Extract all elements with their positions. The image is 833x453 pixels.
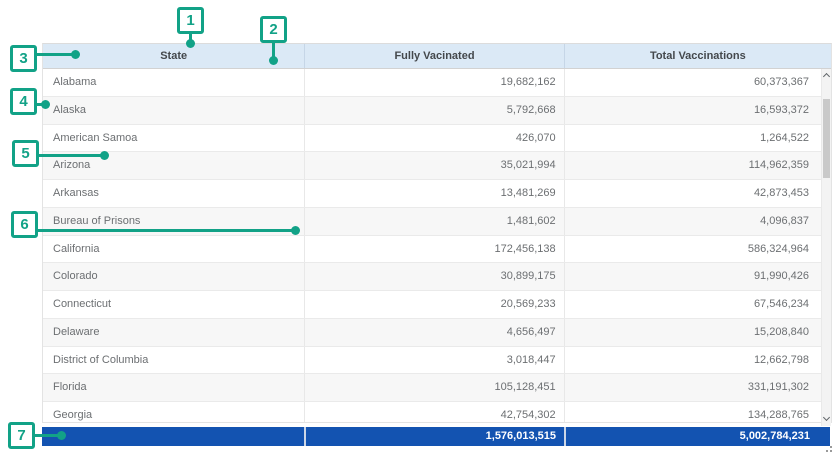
total-vaccinations-cell: 16,593,372 bbox=[564, 97, 831, 124]
fully-vaccinated-cell: 5,792,668 bbox=[304, 97, 563, 124]
table-row[interactable]: Florida 105,128,451 331,191,302 bbox=[43, 374, 831, 402]
app-root: State Fully Vacinated Total Vaccinations… bbox=[0, 0, 833, 453]
callout-2: 2 bbox=[260, 16, 287, 43]
table-row[interactable]: Georgia 42,754,302 134,288,765 bbox=[43, 402, 831, 423]
callout-3: 3 bbox=[10, 45, 37, 72]
total-vaccinations-cell: 42,873,453 bbox=[564, 180, 831, 207]
chevron-down-icon bbox=[823, 414, 830, 421]
callout-3-line bbox=[35, 53, 73, 56]
callout-6-line bbox=[36, 229, 294, 232]
total-vaccinations-cell: 4,096,837 bbox=[564, 208, 831, 235]
table-row[interactable]: California 172,456,138 586,324,964 bbox=[43, 236, 831, 264]
state-cell: Alaska bbox=[43, 97, 304, 124]
total-vaccinations-cell: 60,373,367 bbox=[564, 69, 831, 96]
fully-vaccinated-cell: 3,018,447 bbox=[304, 347, 563, 374]
total-vaccinations-cell: 134,288,765 bbox=[564, 402, 831, 423]
callout-7-line bbox=[33, 434, 60, 437]
fully-vaccinated-cell: 42,754,302 bbox=[304, 402, 563, 423]
fully-vaccinated-cell: 30,899,175 bbox=[304, 263, 563, 290]
fully-vaccinated-cell: 4,656,497 bbox=[304, 319, 563, 346]
fully-vaccinated-cell: 426,070 bbox=[304, 125, 563, 152]
state-cell: California bbox=[43, 236, 304, 263]
callout-6-dot bbox=[291, 226, 300, 235]
total-vaccinations-cell: 67,546,234 bbox=[564, 291, 831, 318]
state-cell: Colorado bbox=[43, 263, 304, 290]
totals-total-vaccinations-value: 5,002,784,231 bbox=[564, 427, 830, 446]
state-cell: Florida bbox=[43, 374, 304, 401]
totals-state-cell bbox=[42, 427, 304, 446]
fully-vaccinated-cell: 105,128,451 bbox=[304, 374, 563, 401]
vaccination-table: State Fully Vacinated Total Vaccinations… bbox=[42, 43, 832, 423]
callout-3-dot bbox=[71, 50, 80, 59]
state-cell: American Samoa bbox=[43, 125, 304, 152]
table-header-row: State Fully Vacinated Total Vaccinations bbox=[43, 44, 831, 69]
total-vaccinations-cell: 331,191,302 bbox=[564, 374, 831, 401]
chevron-up-icon bbox=[823, 73, 830, 80]
vertical-scrollbar[interactable] bbox=[821, 69, 831, 426]
total-vaccinations-cell: 586,324,964 bbox=[564, 236, 831, 263]
fully-vaccinated-cell: 20,569,233 bbox=[304, 291, 563, 318]
callout-4: 4 bbox=[10, 88, 37, 115]
state-cell: Arkansas bbox=[43, 180, 304, 207]
totals-fully-vaccinated-value: 1,576,013,515 bbox=[304, 427, 564, 446]
total-vaccinations-cell: 114,962,359 bbox=[564, 152, 831, 179]
state-cell: District of Columbia bbox=[43, 347, 304, 374]
total-vaccinations-cell: 12,662,798 bbox=[564, 347, 831, 374]
table-row[interactable]: Arizona 35,021,994 114,962,359 bbox=[43, 152, 831, 180]
column-header-total-vaccinations[interactable]: Total Vaccinations bbox=[564, 44, 831, 68]
state-cell: Connecticut bbox=[43, 291, 304, 318]
table-row[interactable]: Alaska 5,792,668 16,593,372 bbox=[43, 97, 831, 125]
callout-5: 5 bbox=[12, 140, 39, 167]
fully-vaccinated-cell: 35,021,994 bbox=[304, 152, 563, 179]
table-body: Alabama 19,682,162 60,373,367 Alaska 5,7… bbox=[43, 69, 831, 423]
column-header-fully-vaccinated[interactable]: Fully Vacinated bbox=[304, 44, 563, 68]
resize-grip-icon[interactable] bbox=[824, 444, 833, 453]
callout-7-dot bbox=[57, 431, 66, 440]
state-cell: Alabama bbox=[43, 69, 304, 96]
table-row[interactable]: Delaware 4,656,497 15,208,840 bbox=[43, 319, 831, 347]
column-header-state[interactable]: State bbox=[43, 44, 304, 68]
table-row[interactable]: Connecticut 20,569,233 67,546,234 bbox=[43, 291, 831, 319]
total-vaccinations-cell: 91,990,426 bbox=[564, 263, 831, 290]
callout-1: 1 bbox=[177, 7, 204, 34]
table-row[interactable]: District of Columbia 3,018,447 12,662,79… bbox=[43, 347, 831, 375]
callout-6: 6 bbox=[11, 211, 38, 238]
totals-row: 1,576,013,515 5,002,784,231 bbox=[42, 427, 830, 446]
callout-5-dot bbox=[100, 151, 109, 160]
state-cell: Georgia bbox=[43, 402, 304, 423]
state-cell: Delaware bbox=[43, 319, 304, 346]
total-vaccinations-cell: 1,264,522 bbox=[564, 125, 831, 152]
callout-1-dot bbox=[186, 39, 195, 48]
table-row[interactable]: American Samoa 426,070 1,264,522 bbox=[43, 125, 831, 153]
scroll-up-icon[interactable] bbox=[822, 69, 832, 83]
scrollbar-thumb[interactable] bbox=[823, 99, 830, 178]
scroll-down-icon[interactable] bbox=[822, 412, 832, 426]
table-row[interactable]: Alabama 19,682,162 60,373,367 bbox=[43, 69, 831, 97]
callout-7: 7 bbox=[8, 422, 35, 449]
fully-vaccinated-cell: 1,481,602 bbox=[304, 208, 563, 235]
table-row[interactable]: Colorado 30,899,175 91,990,426 bbox=[43, 263, 831, 291]
table-row[interactable]: Arkansas 13,481,269 42,873,453 bbox=[43, 180, 831, 208]
fully-vaccinated-cell: 19,682,162 bbox=[304, 69, 563, 96]
callout-5-line bbox=[37, 154, 103, 157]
callout-2-dot bbox=[269, 56, 278, 65]
fully-vaccinated-cell: 172,456,138 bbox=[304, 236, 563, 263]
callout-4-dot bbox=[41, 100, 50, 109]
fully-vaccinated-cell: 13,481,269 bbox=[304, 180, 563, 207]
total-vaccinations-cell: 15,208,840 bbox=[564, 319, 831, 346]
